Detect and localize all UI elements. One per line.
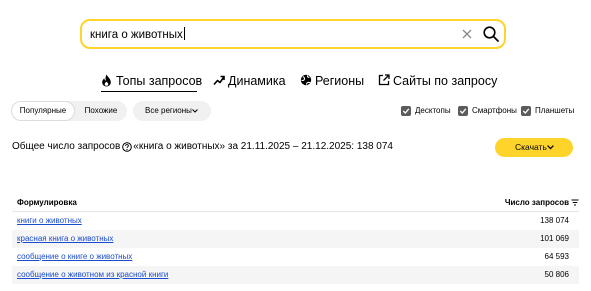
total-summary: Общее число запросов «книга о животных» …	[12, 140, 393, 154]
checkbox-tablets[interactable]: Планшеты	[521, 105, 579, 117]
check-icon	[522, 108, 530, 114]
help-icon[interactable]	[122, 142, 133, 152]
download-button[interactable]: Скачать	[495, 138, 573, 157]
segment-similar[interactable]: Похожие	[76, 102, 126, 120]
query-count: 64 593	[544, 252, 569, 261]
table-row: книги о животных 138 074	[12, 212, 579, 230]
table-header: Формулировка Число запросов	[12, 194, 579, 212]
checkbox-label: Смартфоны	[472, 106, 517, 115]
query-link[interactable]: сообщение о книге о животных	[17, 251, 132, 263]
query-count: 101 069	[540, 234, 569, 243]
segment-control: Популярные Похожие	[11, 101, 127, 121]
fire-icon	[102, 74, 111, 87]
search-input[interactable]: книга о животных	[90, 27, 185, 42]
text-caret	[183, 27, 185, 40]
summary-prefix: Общее число запросов	[12, 141, 121, 152]
table-row: сообщение о книге о животных 64 593	[12, 248, 579, 266]
query-link[interactable]: красная книга о животных	[17, 233, 113, 245]
tab-sites[interactable]: Сайты по запросу	[378, 72, 497, 92]
tab-label: Регионы	[315, 74, 365, 88]
chevron-down-icon	[192, 109, 198, 113]
segment-popular[interactable]: Популярные	[12, 102, 74, 120]
sort-icon[interactable]	[571, 199, 579, 206]
checkbox-box	[401, 106, 411, 116]
column-header-query: Формулировка	[17, 198, 77, 207]
region-dropdown-label: Все регионы	[145, 106, 192, 115]
globe-icon	[300, 74, 312, 86]
tabs-bar: Топы запросов Динамика Регионы Сайты по …	[0, 72, 591, 94]
summary-text: «книга о животных» за 21.11.2025 – 21.12…	[133, 141, 393, 152]
tab-regions[interactable]: Регионы	[300, 72, 365, 92]
tab-dynamics[interactable]: Динамика	[213, 72, 286, 92]
region-dropdown[interactable]: Все регионы	[133, 101, 211, 121]
check-icon	[402, 108, 410, 114]
chevron-down-icon	[547, 145, 554, 150]
tab-label: Сайты по запросу	[393, 74, 498, 88]
query-link[interactable]: книги о животных	[17, 215, 82, 227]
external-link-icon	[378, 74, 390, 86]
check-icon	[459, 108, 467, 114]
query-count: 50 806	[544, 270, 569, 279]
table-row: красная книга о животных 101 069	[12, 230, 579, 248]
checkbox-smartphones[interactable]: Смартфоны	[458, 105, 517, 117]
search-icon[interactable]	[482, 25, 500, 43]
search-box[interactable]: книга о животных	[80, 19, 506, 49]
checkbox-box	[458, 106, 468, 116]
tab-top-queries[interactable]: Топы запросов	[101, 72, 202, 92]
checkbox-desktops[interactable]: Десктопы	[401, 105, 453, 117]
column-header-count[interactable]: Число запросов	[505, 197, 569, 209]
query-count: 138 074	[540, 216, 569, 225]
checkbox-label: Планшеты	[535, 106, 575, 115]
table-row: сообщение о животном из красной книги 50…	[12, 266, 579, 284]
checkbox-label: Десктопы	[415, 106, 451, 115]
close-icon[interactable]	[460, 27, 474, 41]
query-link[interactable]: сообщение о животном из красной книги	[17, 269, 168, 281]
tab-label: Динамика	[228, 74, 286, 88]
download-button-label: Скачать	[515, 142, 547, 152]
checkbox-box	[521, 106, 531, 116]
trend-icon	[213, 75, 225, 86]
tab-label: Топы запросов	[116, 74, 203, 88]
